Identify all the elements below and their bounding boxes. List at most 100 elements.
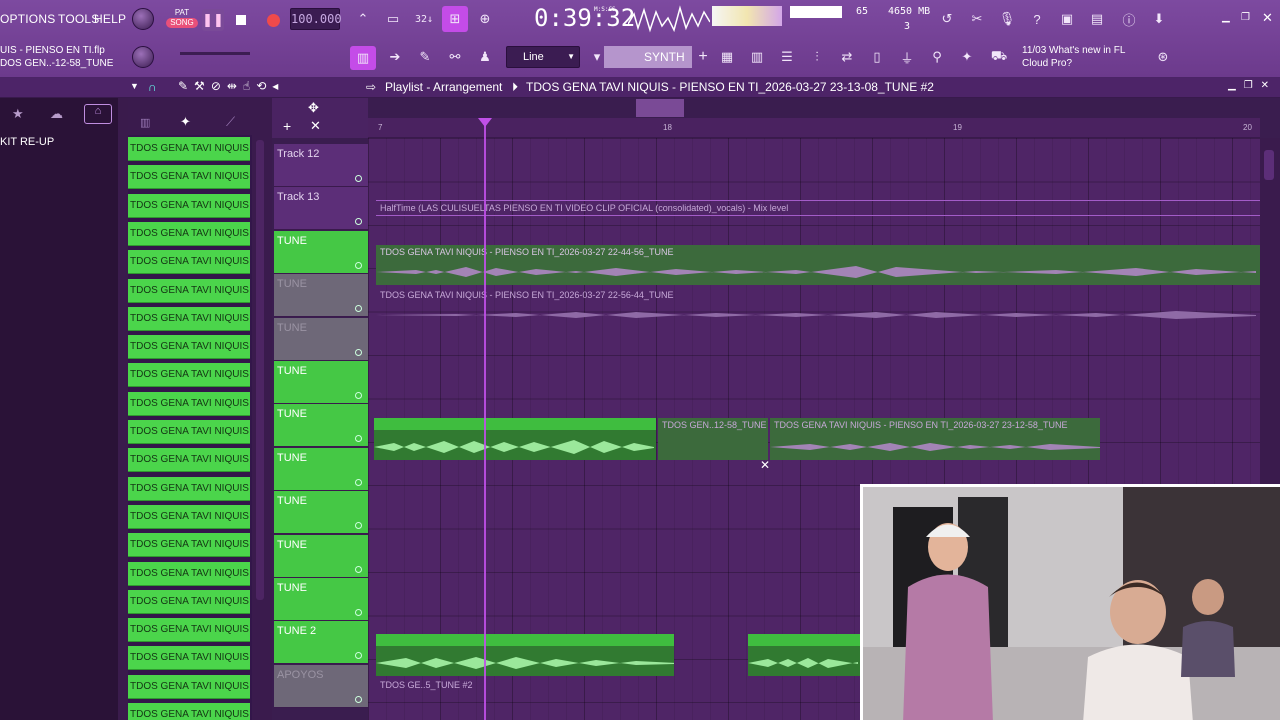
channel-picker-item[interactable]: TDOS GENA TAVI NIQUIS - ... bbox=[128, 589, 250, 614]
track-mute-icon[interactable] bbox=[355, 218, 362, 226]
wait-input-button[interactable]: ▭ bbox=[382, 8, 404, 30]
picker-scroll-thumb[interactable] bbox=[256, 140, 264, 600]
tempo-display[interactable]: 100.000 bbox=[290, 8, 342, 30]
track-header[interactable]: TUNE bbox=[274, 578, 368, 621]
plugin-icon[interactable]: ▤ bbox=[1086, 8, 1108, 30]
channel-picker-item[interactable]: TDOS GENA TAVI NIQUIS - ... bbox=[128, 703, 250, 720]
maximize-button[interactable]: ❐ bbox=[1241, 12, 1250, 23]
clip-tune-6[interactable]: TDOS GENA TAVI NIQUIS - PIENSO EN TI_202… bbox=[376, 634, 674, 676]
star-icon[interactable]: ★ bbox=[12, 106, 24, 122]
info-icon[interactable]: ⓘ bbox=[1118, 8, 1140, 30]
link-icon[interactable]: ⚯ bbox=[444, 46, 466, 68]
master-volume-knob[interactable] bbox=[132, 8, 154, 30]
add-track-icon[interactable]: + bbox=[283, 118, 291, 134]
minimize-button[interactable]: ▁ bbox=[1222, 12, 1230, 23]
track-header[interactable]: TUNE bbox=[274, 491, 368, 535]
track-header[interactable]: TUNE bbox=[274, 317, 368, 361]
track-header[interactable]: APOYOS bbox=[274, 664, 368, 708]
eq-icon[interactable]: ⫶ bbox=[806, 46, 828, 68]
channel-picker-item[interactable]: TDOS GENA TAVI NIQUIS - ... bbox=[128, 193, 250, 218]
download-icon[interactable]: ⬇ bbox=[1148, 8, 1170, 30]
channel-picker-item[interactable]: TDOS GENA TAVI NIQUIS - ... bbox=[128, 448, 250, 473]
pat-song-switch[interactable]: PAT SONG bbox=[166, 8, 198, 32]
track-header[interactable]: TUNE bbox=[274, 274, 368, 318]
stop-button[interactable] bbox=[230, 9, 252, 31]
playlist-menu-icon[interactable]: ▼ bbox=[130, 81, 139, 91]
track-header[interactable]: TUNE bbox=[274, 230, 368, 274]
track-mute-icon[interactable] bbox=[355, 348, 362, 356]
track-mute-icon[interactable] bbox=[355, 695, 362, 703]
piano-roll-icon[interactable]: ▥ bbox=[746, 46, 768, 68]
folder-icon[interactable]: ⌂ bbox=[84, 104, 112, 124]
clip-tune-5[interactable]: TDOS GENA TAVI NIQUIS - PIENSO EN TI_202… bbox=[770, 418, 1100, 460]
playlist-tools[interactable]: ✎⚒⊘⇹☝⟲◂ bbox=[178, 79, 284, 93]
timeline-ruler[interactable] bbox=[368, 118, 1260, 138]
track-header[interactable]: TUNE 2 bbox=[274, 621, 368, 665]
channel-picker-item[interactable]: TDOS GENA TAVI NIQUIS - ... bbox=[128, 504, 250, 529]
channel-picker-item[interactable]: TDOS GENA TAVI NIQUIS - ... bbox=[128, 221, 250, 246]
track-mute-icon[interactable] bbox=[355, 609, 362, 616]
step-edit-button[interactable]: ⊕ bbox=[474, 8, 496, 30]
help-icon[interactable]: ? bbox=[1026, 8, 1048, 30]
track-header[interactable]: TUNE bbox=[274, 447, 368, 491]
track-mute-icon[interactable] bbox=[355, 565, 362, 573]
metronome-button[interactable]: ⌃ bbox=[352, 8, 374, 30]
channel-picker-item[interactable]: TDOS GENA TAVI NIQUIS - ... bbox=[128, 278, 250, 303]
snap-select[interactable]: Line ▼ bbox=[506, 46, 580, 68]
channel-picker-item[interactable]: TDOS GENA TAVI NIQUIS - ... bbox=[128, 618, 250, 643]
channel-picker-item[interactable]: TDOS GENA TAVI NIQUIS - ... bbox=[128, 646, 250, 671]
track-mute-icon[interactable] bbox=[355, 522, 362, 530]
channel-display[interactable]: SYNTH bbox=[604, 46, 692, 68]
channel-picker-item[interactable]: TDOS GENA TAVI NIQUIS - ... bbox=[128, 306, 250, 331]
save-icon[interactable]: ▣ bbox=[1056, 8, 1078, 30]
clip-tune-1[interactable]: TDOS GENA TAVI NIQUIS - PIENSO EN TI_202… bbox=[376, 245, 1260, 285]
channel-picker-item[interactable]: TDOS GENA TAVI NIQUIS - ... bbox=[128, 137, 250, 161]
remove-track-icon[interactable]: ✕ bbox=[310, 118, 321, 134]
track-header[interactable]: TUNE bbox=[274, 361, 368, 404]
channel-picker-item[interactable]: TDOS GENA TAVI NIQUIS - ... bbox=[128, 674, 250, 699]
pitch-slider[interactable] bbox=[180, 52, 250, 55]
plug-icon[interactable]: ⏚ bbox=[896, 46, 918, 68]
zoom-icon[interactable]: ✥ bbox=[308, 100, 319, 116]
track-header[interactable]: TUNE bbox=[274, 404, 368, 448]
skin-icon[interactable]: ✦ bbox=[956, 46, 978, 68]
close-button[interactable]: ✕ bbox=[1262, 10, 1273, 26]
shop-icon[interactable]: ⛟ bbox=[988, 46, 1010, 68]
clip-tune-7[interactable]: TDOS GENA TAVI NIQUIS - bbox=[748, 634, 860, 676]
track-mute-icon[interactable] bbox=[355, 392, 362, 399]
clip-tune-3[interactable]: TDOS GENA TAVI NIQUIS - PIEN..TI_2026-03… bbox=[374, 418, 656, 460]
clip-halftime[interactable]: HalfTime (LAS CULISUELTAS PIENSO EN TI V… bbox=[376, 200, 1260, 216]
mic-icon[interactable]: 🎙 bbox=[996, 8, 1018, 30]
pattern-icon[interactable]: ▥ bbox=[140, 116, 150, 129]
channel-rack-icon[interactable]: ☰ bbox=[776, 46, 798, 68]
channel-picker-item[interactable]: TDOS GENA TAVI NIQUIS - ... bbox=[128, 533, 250, 558]
playlist-icon[interactable]: ▥ bbox=[350, 46, 376, 70]
pause-button[interactable]: ❚❚ bbox=[202, 9, 224, 31]
record-button[interactable] bbox=[262, 9, 284, 31]
file-icon[interactable]: ▯ bbox=[866, 46, 888, 68]
channel-picker-item[interactable]: TDOS GENA TAVI NIQUIS - ... bbox=[128, 420, 250, 444]
track-mute-icon[interactable] bbox=[355, 261, 362, 269]
playhead-marker-icon[interactable] bbox=[478, 118, 492, 127]
track-header[interactable]: TUNE bbox=[274, 534, 368, 578]
cloud-icon[interactable]: ☁ bbox=[50, 106, 63, 122]
channel-picker-item[interactable]: TDOS GENA TAVI NIQUIS - ... bbox=[128, 250, 250, 275]
cut-icon[interactable]: ✂ bbox=[966, 8, 988, 30]
arrow-icon[interactable]: ➔ bbox=[384, 46, 406, 68]
window-controls[interactable]: ▁❐✕ bbox=[1228, 80, 1277, 91]
pencil-icon[interactable]: ✎ bbox=[414, 46, 436, 68]
track-mute-icon[interactable] bbox=[355, 175, 362, 182]
time-display[interactable]: 0:39:32 bbox=[534, 4, 635, 32]
channel-picker-item[interactable]: TDOS GENA TAVI NIQUIS - ... bbox=[128, 476, 250, 501]
add-icon[interactable]: + bbox=[692, 46, 714, 68]
news-panel[interactable]: 11/03 What's new in FL Cloud Pro? bbox=[1022, 44, 1125, 70]
track-header[interactable]: Track 12 bbox=[274, 144, 368, 187]
mixer-icon[interactable]: ▦ bbox=[716, 46, 738, 68]
channel-picker-item[interactable]: TDOS GENA TAVI NIQUIS - ... bbox=[128, 363, 250, 388]
arrangement-select[interactable]: TDOS GENA TAVI NIQUIS - PIENSO EN TI_202… bbox=[526, 80, 934, 94]
track-mute-icon[interactable] bbox=[355, 478, 362, 486]
tuning-icon[interactable]: ⚲ bbox=[926, 46, 948, 68]
clip-tune-4[interactable]: TDOS GEN..12-58_TUNE bbox=[658, 418, 768, 460]
track-mute-icon[interactable] bbox=[355, 652, 362, 660]
browser-item[interactable]: KIT RE-UP bbox=[0, 136, 54, 148]
